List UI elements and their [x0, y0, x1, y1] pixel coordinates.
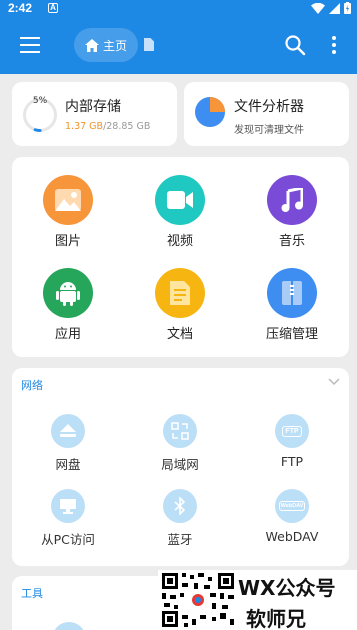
- category-archives[interactable]: 压缩管理: [242, 268, 342, 342]
- network-item-label: 网盘: [55, 457, 81, 472]
- menu-icon-line: [20, 37, 40, 39]
- file-analyzer-card[interactable]: 文件分析器 发现可清理文件: [184, 82, 349, 146]
- menu-icon-line: [20, 44, 40, 46]
- categories-card: 图片 视频 音乐 应用 文档 压缩管理: [12, 157, 349, 357]
- category-images[interactable]: 图片: [18, 175, 118, 249]
- status-icons: [311, 2, 351, 14]
- internal-storage-card[interactable]: 5% 内部存储 1.37 GB/28.85 GB: [12, 82, 177, 146]
- wifi-icon: [311, 2, 325, 14]
- ftp-icon: FTP: [275, 414, 309, 448]
- network-section-title: 网络: [21, 379, 43, 392]
- document-icon: [155, 268, 205, 318]
- status-time: 2:42: [8, 1, 33, 15]
- category-label: 应用: [54, 327, 81, 342]
- network-item-label: 从PC访问: [41, 532, 95, 547]
- network-item-bluetooth[interactable]: 蓝牙: [125, 489, 235, 548]
- network-item-lan[interactable]: 局域网: [125, 414, 235, 473]
- webdav-badge: WebDAV: [278, 501, 306, 511]
- pie-chart-icon: [195, 97, 225, 127]
- network-card: 网络 网盘 局域网 FTP FTP 从PC访问 蓝牙 WebDAV WebDAV: [12, 368, 349, 566]
- category-documents[interactable]: 文档: [130, 268, 230, 342]
- breadcrumb-home-label: 主页: [102, 38, 127, 53]
- network-item-label: 局域网: [161, 457, 199, 472]
- status-bar: 2:42 A: [0, 0, 357, 16]
- signal-icon: [329, 2, 340, 14]
- category-label: 文档: [166, 327, 193, 342]
- pc-access-icon: [51, 489, 85, 523]
- android-icon: [43, 268, 93, 318]
- image-icon: [43, 175, 93, 225]
- menu-icon-line: [20, 51, 40, 53]
- music-icon: [267, 175, 317, 225]
- network-item-webdav[interactable]: WebDAV WebDAV: [237, 489, 347, 544]
- search-icon[interactable]: [284, 34, 306, 56]
- network-item-ftp[interactable]: FTP FTP: [237, 414, 347, 469]
- breadcrumb-home[interactable]: 主页: [74, 28, 138, 62]
- storage-total: /28.85 GB: [103, 121, 151, 132]
- webdav-icon: WebDAV: [275, 489, 309, 523]
- document-crumb-icon[interactable]: [144, 38, 154, 51]
- app-bar: 主页: [0, 16, 357, 74]
- network-item-pc-access[interactable]: 从PC访问: [13, 489, 123, 548]
- more-options-icon[interactable]: [329, 35, 339, 55]
- battery-icon: [344, 2, 351, 14]
- cloud-drive-icon: [51, 414, 85, 448]
- network-item-label: WebDAV: [265, 529, 319, 544]
- ftp-badge: FTP: [282, 425, 302, 437]
- watermark-line-1: WX公众号: [238, 576, 336, 600]
- category-label: 音乐: [278, 234, 305, 249]
- notification-a-icon: A: [48, 3, 58, 13]
- network-item-cloud-drive[interactable]: 网盘: [13, 414, 123, 473]
- category-apps[interactable]: 应用: [18, 268, 118, 342]
- network-item-label: 蓝牙: [167, 532, 193, 547]
- watermark: WX公众号 软师兄: [158, 570, 357, 630]
- category-label: 压缩管理: [265, 327, 318, 342]
- watermark-line-2: 软师兄: [246, 607, 306, 630]
- video-icon: [155, 175, 205, 225]
- qr-code-icon: [160, 571, 236, 629]
- storage-usage-text: 1.37 GB/28.85 GB: [65, 121, 150, 132]
- network-item-label: FTP: [280, 454, 304, 469]
- category-videos[interactable]: 视频: [130, 175, 230, 249]
- home-icon: [84, 38, 99, 52]
- category-music[interactable]: 音乐: [242, 175, 342, 249]
- tools-item-icon[interactable]: [52, 622, 86, 630]
- archive-icon: [267, 268, 317, 318]
- chevron-down-icon[interactable]: [328, 378, 340, 386]
- category-label: 图片: [54, 234, 81, 249]
- tools-section-title: 工具: [21, 587, 43, 600]
- bluetooth-icon: [163, 489, 197, 523]
- category-label: 视频: [166, 234, 193, 249]
- storage-percent: 5%: [32, 96, 48, 106]
- analyzer-title: 文件分析器: [234, 99, 304, 115]
- storage-used: 1.37 GB: [65, 121, 104, 132]
- analyzer-subtitle: 发现可清理文件: [234, 125, 304, 136]
- menu-button[interactable]: [20, 37, 40, 53]
- storage-title: 内部存储: [65, 99, 121, 115]
- lan-icon: [163, 414, 197, 448]
